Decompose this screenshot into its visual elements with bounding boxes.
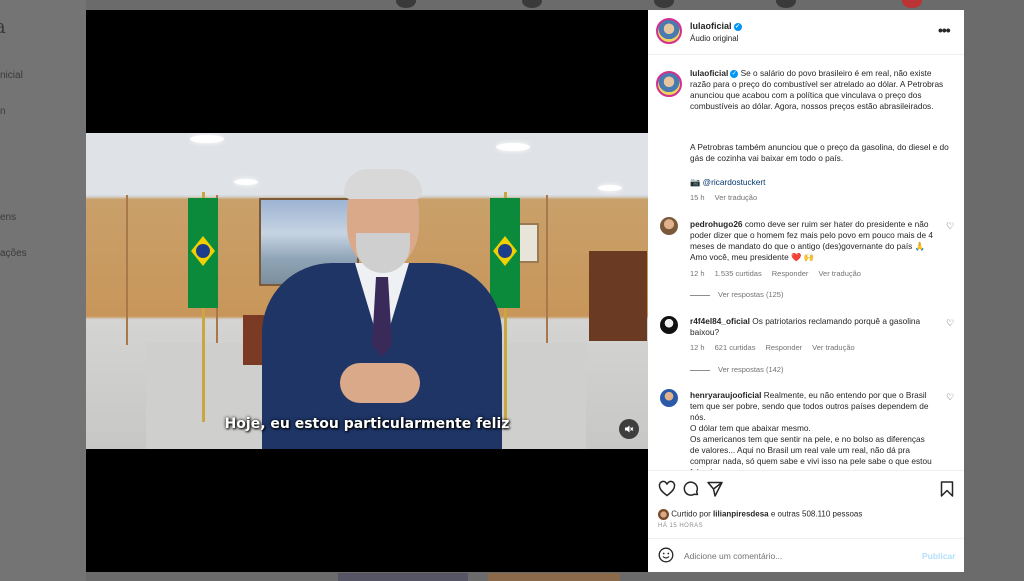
verified-badge-icon: ✓	[730, 69, 739, 78]
comments-list[interactable]: lulaoficial ✓ Se o salário do povo brasil…	[648, 56, 964, 470]
comment-meta: 12 h 1.535 curtidas Responder Ver tradução	[690, 269, 871, 278]
speaker-muted-icon	[625, 425, 634, 433]
post-modal: Hoje, eu estou particularmente feliz lul…	[86, 10, 964, 572]
view-replies-button[interactable]: Ver respostas (125)	[690, 290, 783, 299]
caption-time: 15 h	[690, 193, 705, 202]
background-story-avatar	[396, 0, 416, 8]
caption-paragraph-2: A Petrobras também anunciou que o preço …	[690, 142, 949, 163]
share-paper-plane-icon[interactable]	[706, 480, 724, 498]
likes-summary[interactable]: Curtido por lilianpiresdesa e outras 508…	[658, 509, 862, 520]
caption-text: lulaoficial ✓ Se o salário do povo brasil…	[690, 68, 944, 111]
comment-text: r4f4el84_oficial Os patriotarios reclama…	[690, 316, 921, 337]
like-heart-icon[interactable]	[658, 480, 676, 498]
comment-input[interactable]	[684, 547, 904, 565]
commenter-avatar[interactable]	[660, 316, 678, 334]
nav-item-notifications: ações	[0, 248, 27, 259]
post-actions: Curtido por lilianpiresdesa e outras 508…	[648, 470, 964, 538]
post-header: lulaoficial ✓ Áudio original •••	[648, 10, 964, 55]
comment-likes[interactable]: 621 curtidas	[715, 343, 756, 352]
wall-panel-line	[546, 195, 548, 345]
mute-button[interactable]	[619, 419, 639, 439]
comment-text: henryaraujooficial Realmente, eu não ent…	[690, 390, 932, 470]
wall-panel-line	[126, 195, 128, 345]
ceiling-light	[598, 185, 622, 191]
instagram-logo: a	[0, 14, 6, 38]
view-replies-button[interactable]: Ver respostas (142)	[690, 365, 783, 374]
ceiling-light	[190, 135, 224, 143]
brazil-flag	[188, 192, 218, 422]
comment-like-heart-icon[interactable]: ♡	[946, 392, 954, 403]
background-post-thumb	[338, 573, 468, 581]
publish-button[interactable]: Publicar	[922, 551, 956, 561]
comment-likes[interactable]: 1.535 curtidas	[715, 269, 762, 278]
caption-author-avatar[interactable]	[656, 71, 682, 97]
verified-badge-icon: ✓	[733, 22, 742, 31]
save-bookmark-icon[interactable]	[938, 480, 956, 498]
comment-meta: 12 h 621 curtidas Responder Ver tradução	[690, 343, 865, 352]
comment-username[interactable]: pedrohugo26	[690, 219, 743, 229]
ceiling-light	[496, 143, 530, 151]
caption-meta: 15 h Ver tradução	[690, 193, 767, 202]
nav-item-home: nicial	[0, 70, 23, 81]
background-sidebar: a nicial n ens ações	[0, 0, 86, 581]
caption-credit: 📷 @ricardostuckert	[690, 177, 952, 188]
translate-link[interactable]: Ver tradução	[812, 343, 855, 352]
speaker-person	[262, 169, 502, 449]
liker-username[interactable]: lilianpiresdesa	[713, 510, 769, 519]
background-story-avatar	[522, 0, 542, 8]
background-story-avatar	[902, 0, 922, 8]
author-avatar[interactable]	[656, 18, 682, 44]
video-subtitle: Hoje, eu estou particularmente feliz	[224, 416, 510, 432]
more-options-button[interactable]: •••	[938, 22, 951, 38]
caption-translate-link[interactable]: Ver tradução	[715, 193, 758, 202]
comment-time: 12 h	[690, 269, 705, 278]
commenter-avatar[interactable]	[660, 217, 678, 235]
reply-button[interactable]: Responder	[772, 269, 809, 278]
comment-time: 12 h	[690, 343, 705, 352]
audio-label[interactable]: Áudio original	[690, 34, 738, 43]
comment-like-heart-icon[interactable]: ♡	[946, 221, 954, 232]
liker-avatar	[658, 509, 669, 520]
post-side-panel: lulaoficial ✓ Áudio original ••• lulaofic…	[648, 10, 964, 572]
author-username[interactable]: lulaoficial ✓	[690, 21, 742, 31]
caption-username[interactable]: lulaoficial	[690, 68, 728, 78]
comment-username[interactable]: henryaraujooficial	[690, 390, 761, 400]
reply-button[interactable]: Responder	[765, 343, 802, 352]
emoji-smiley-icon[interactable]	[658, 547, 674, 563]
comment-like-heart-icon[interactable]: ♡	[946, 318, 954, 329]
background-story-avatar	[776, 0, 796, 8]
background-post-thumb	[488, 573, 620, 581]
ceiling-light	[234, 179, 258, 185]
add-comment-bar: Publicar	[648, 538, 964, 572]
video-frame	[86, 133, 648, 449]
nav-item-messages: ens	[0, 212, 17, 223]
translate-link[interactable]: Ver tradução	[818, 269, 861, 278]
comment-bubble-icon[interactable]	[682, 480, 700, 498]
video-player[interactable]: Hoje, eu estou particularmente feliz	[86, 10, 648, 572]
comment-text: pedrohugo26 como deve ser ruim ser hater…	[690, 219, 934, 262]
background-story-avatar	[654, 0, 674, 8]
camera-icon: 📷	[690, 177, 701, 187]
post-timestamp: HÁ 15 HORAS	[658, 523, 704, 529]
wooden-cabinet	[589, 251, 647, 341]
commenter-avatar[interactable]	[660, 389, 678, 407]
credit-mention-link[interactable]: @ricardostuckert	[703, 177, 766, 187]
nav-item-search: n	[0, 106, 6, 117]
comment-username[interactable]: r4f4el84_oficial	[690, 316, 750, 326]
